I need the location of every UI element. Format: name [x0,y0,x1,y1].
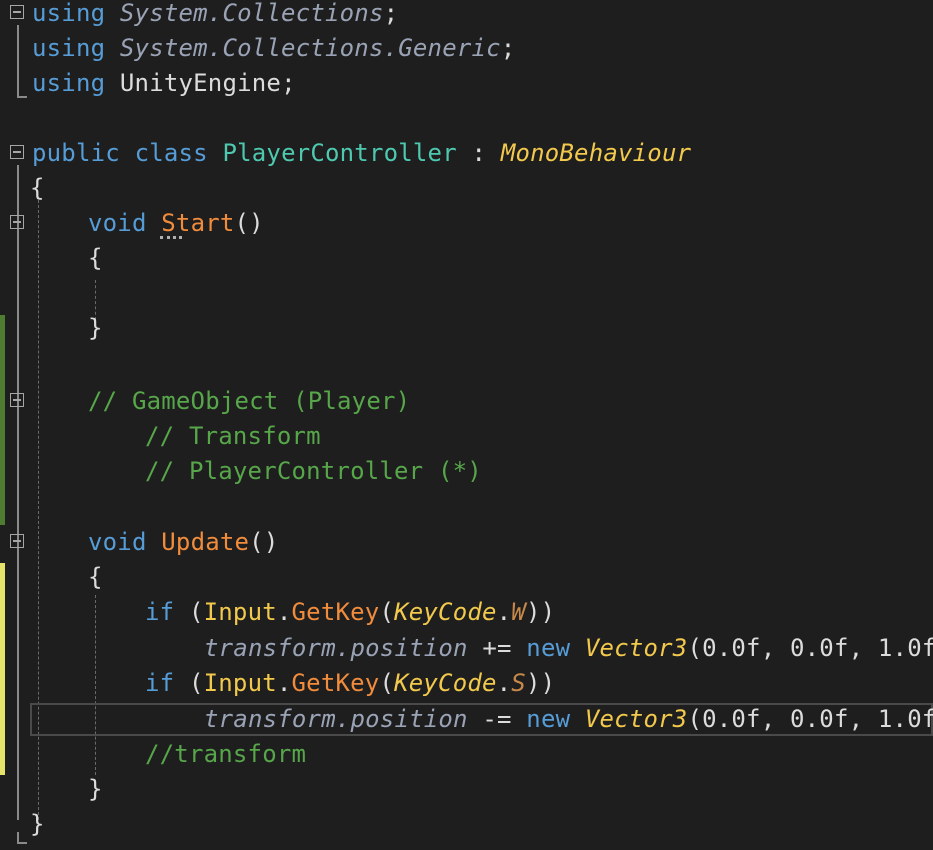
paren: )) [525,598,556,626]
enum-type: KeyCode [394,669,497,697]
semicolon: ; [281,69,296,97]
code-line[interactable]: using UnityEngine; [0,66,933,101]
enum-value: S [511,669,526,697]
paren: )) [525,669,556,697]
code-line[interactable]: using System.Collections.Generic; [0,31,933,66]
code-line[interactable]: // GameObject (Player) [0,384,933,419]
keyword: new [526,705,571,733]
parens: () [234,209,264,237]
code-line[interactable]: transform.position += new Vector3(0.0f, … [0,631,933,666]
code-line[interactable]: if (Input.GetKey(KeyCode.W)) [0,595,933,630]
code-line[interactable]: } [0,311,933,346]
field-access: transform.position [204,634,468,662]
paren: ( [174,598,204,626]
colon: : [456,139,501,167]
paren: ( [174,669,204,697]
method-name: Update [161,528,250,556]
enum-type: KeyCode [394,598,497,626]
class-name: Input [203,669,277,697]
code-line[interactable]: void Update() [0,525,933,560]
brace: } [88,314,103,342]
code-line[interactable]: { [0,241,933,276]
code-line-current[interactable]: transform.position -= new Vector3(0.0f, … [0,702,933,737]
dot: . [496,598,512,626]
arguments: (0.0f, 0.0f, 1.0f); [687,705,933,733]
type-name: Vector3 [584,634,688,662]
code-line[interactable]: { [0,560,933,595]
dot: . [276,669,292,697]
keyword: void [88,528,147,556]
code-line[interactable]: { [0,171,933,206]
semicolon: ; [500,34,516,62]
keyword: new [526,634,571,662]
code-line[interactable]: } [0,807,933,842]
code-editor[interactable]: using System.Collections; using System.C… [0,0,933,850]
code-line[interactable]: } [0,772,933,807]
namespace: UnityEngine [119,69,282,97]
namespace: System.Collections [119,0,384,27]
comment: // PlayerController (*) [145,457,482,485]
class-name: PlayerController [222,139,457,167]
dot: . [276,598,292,626]
fold-collapse-icon[interactable] [10,393,24,407]
brace: } [30,810,45,838]
brace: { [30,174,45,202]
method-name: GetKey [291,598,380,626]
comment: // Transform [145,422,321,450]
code-line[interactable]: void Start() [0,206,933,241]
field-access: transform.position [204,705,468,733]
brace: { [88,244,103,272]
parens: () [249,528,279,556]
keyword: using [32,0,106,27]
brace: } [88,775,103,803]
keyword: if [145,598,175,626]
method-name: GetKey [291,669,380,697]
code-line[interactable]: if (Input.GetKey(KeyCode.S)) [0,666,933,701]
keyword: using [32,34,106,62]
code-line[interactable]: // Transform [0,419,933,454]
keyword: void [88,209,147,237]
fold-collapse-icon[interactable] [10,145,24,159]
operator: -= [467,705,527,733]
code-line[interactable]: using System.Collections; [0,0,933,31]
arguments: (0.0f, 0.0f, 1.0f); [687,634,933,662]
paren: ( [379,598,395,626]
namespace: System.Collections.Generic [119,34,501,62]
enum-value: W [511,598,526,626]
fold-collapse-icon[interactable] [10,215,24,229]
paren: ( [379,669,395,697]
method-name: Start [161,209,235,237]
keyword: using [32,69,106,97]
type-name: Vector3 [584,705,688,733]
semicolon: ; [383,0,399,27]
comment: // GameObject (Player) [88,387,411,415]
code-line[interactable]: //transform [0,737,933,772]
keyword: if [145,669,175,697]
suggestion-dots [160,236,182,239]
keyword: class [134,139,208,167]
code-line[interactable]: // PlayerController (*) [0,454,933,489]
fold-collapse-icon[interactable] [10,534,24,548]
operator: += [467,634,527,662]
comment: //transform [145,740,307,768]
brace: { [88,563,103,591]
base-class: MonoBehaviour [500,139,692,167]
keyword: public [32,139,120,167]
dot: . [496,669,512,697]
class-name: Input [203,598,277,626]
fold-collapse-icon[interactable] [10,5,24,19]
code-line[interactable]: public class PlayerController : MonoBeha… [0,136,933,171]
